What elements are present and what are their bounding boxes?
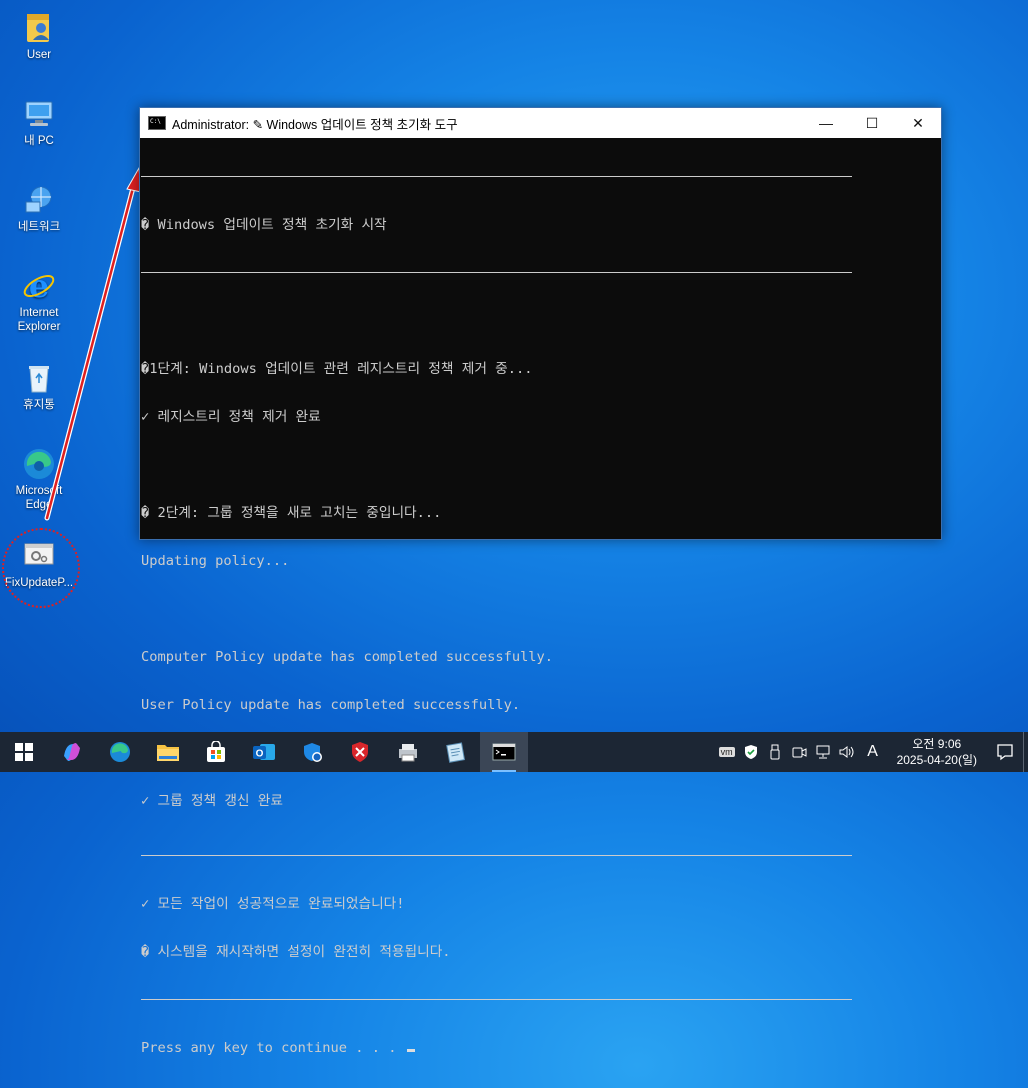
terminal-icon <box>492 743 516 761</box>
ime-indicator[interactable]: A <box>859 732 887 772</box>
security-shield-icon <box>352 742 368 762</box>
notification-button[interactable] <box>987 732 1023 772</box>
taskbar-clock[interactable]: 오전 9:06 2025-04-20(일) <box>887 736 987 768</box>
divider <box>141 272 852 273</box>
printer-icon <box>399 744 417 762</box>
cursor <box>406 1049 415 1052</box>
console-output[interactable]: � Windows 업데이트 정책 초기화 시작 �1단계: Windows 업… <box>140 138 941 1088</box>
window-title: Administrator: ✎ Windows 업데이트 정책 초기화 도구 <box>172 117 458 132</box>
clock-date: 2025-04-20(일) <box>896 753 977 767</box>
network-tray-icon[interactable] <box>811 732 835 772</box>
divider <box>141 176 852 177</box>
console-line: � Windows 업데이트 정책 초기화 시작 <box>141 217 387 233</box>
usb-icon <box>770 744 780 760</box>
console-window[interactable]: Administrator: ✎ Windows 업데이트 정책 초기화 도구 … <box>139 107 942 1056</box>
taskbar-terminal[interactable] <box>480 732 528 772</box>
notification-icon <box>997 744 1013 761</box>
console-line: �1단계: Windows 업데이트 관련 레지스트리 정책 제거 중... <box>141 361 533 377</box>
console-line: � 2단계: 그룹 정책을 새로 고치는 중입니다... <box>141 505 442 521</box>
usb-tray-icon[interactable] <box>763 732 787 772</box>
prompt-text: Press any key to continue . . . <box>141 1040 405 1056</box>
divider <box>141 999 852 1000</box>
clock-time: 오전 9:06 <box>912 737 962 751</box>
shield-tray-icon[interactable] <box>739 732 763 772</box>
windows-logo-icon <box>15 743 33 761</box>
folder-icon <box>157 745 179 761</box>
maximize-button[interactable]: ☐ <box>849 108 895 138</box>
taskbar-printer[interactable] <box>384 732 432 772</box>
edge-icon <box>110 742 130 762</box>
console-line: ✓ 그룹 정책 갱신 완료 <box>141 793 283 809</box>
taskbar: O vm A 오전 9:06 2025-04-20(일) <box>0 732 1028 772</box>
taskbar-copilot[interactable] <box>48 732 96 772</box>
cmd-icon <box>148 116 166 130</box>
console-line: User Policy update has completed success… <box>141 697 521 713</box>
console-line: � 시스템을 재시작하면 설정이 완전히 적용됩니다. <box>141 944 451 960</box>
close-button[interactable]: ✕ <box>895 108 941 138</box>
camera-icon <box>792 747 807 758</box>
start-button[interactable] <box>0 732 48 772</box>
defender-icon <box>304 743 322 762</box>
taskbar-store[interactable] <box>192 732 240 772</box>
console-prompt: Press any key to continue . . . <box>141 1040 941 1056</box>
vm-label: vm <box>718 747 735 757</box>
console-line: Updating policy... <box>141 553 290 569</box>
taskbar-defender[interactable] <box>288 732 336 772</box>
taskbar-notepad[interactable] <box>432 732 480 772</box>
minimize-button[interactable]: — <box>803 108 849 138</box>
window-titlebar[interactable]: Administrator: ✎ Windows 업데이트 정책 초기화 도구 … <box>140 108 941 138</box>
camera-tray-icon[interactable] <box>787 732 811 772</box>
system-tray: vm A 오전 9:06 2025-04-20(일) <box>715 732 1028 772</box>
svg-text:O: O <box>256 749 264 760</box>
console-line: ✓ 레지스트리 정책 제거 완료 <box>141 409 321 425</box>
console-line: ✓ 모든 작업이 성공적으로 완료되었습니다! <box>141 896 405 912</box>
taskbar-edge[interactable] <box>96 732 144 772</box>
vmware-tray-icon[interactable]: vm <box>715 732 739 772</box>
speaker-icon <box>839 746 854 758</box>
divider <box>141 855 852 856</box>
shield-icon <box>744 745 757 759</box>
store-icon <box>207 741 225 762</box>
taskbar-security[interactable] <box>336 732 384 772</box>
taskbar-outlook[interactable]: O <box>240 732 288 772</box>
taskbar-file-explorer[interactable] <box>144 732 192 772</box>
notepad-icon <box>446 742 466 763</box>
copilot-icon <box>64 743 80 761</box>
outlook-icon: O <box>253 744 275 760</box>
console-line: Computer Policy update has completed suc… <box>141 649 554 665</box>
volume-tray-icon[interactable] <box>835 732 859 772</box>
network-icon <box>816 745 830 759</box>
